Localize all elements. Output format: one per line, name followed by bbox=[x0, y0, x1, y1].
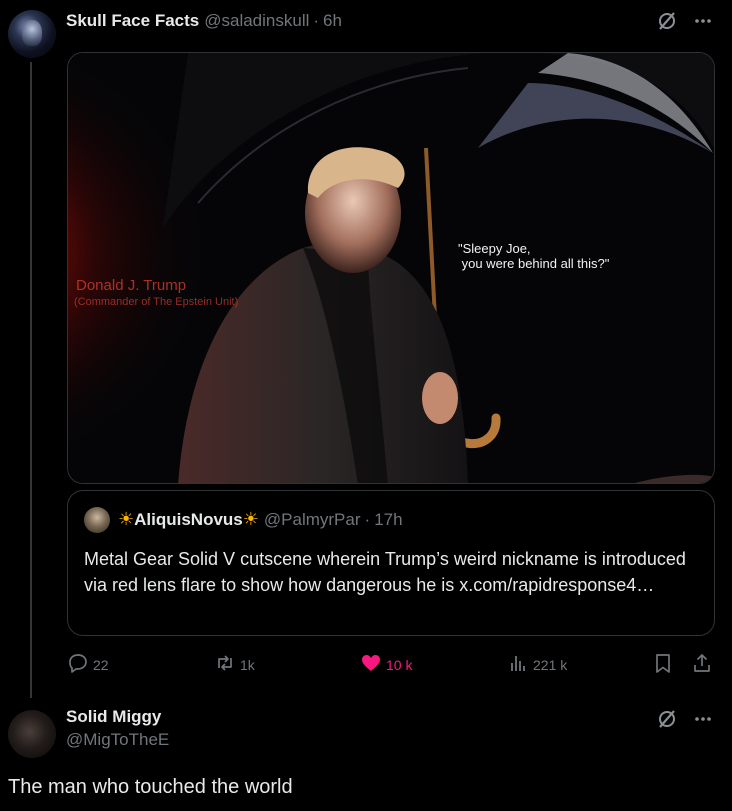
sun-emoji-right: ☀ bbox=[242, 509, 259, 529]
tweet-top-actions bbox=[656, 10, 714, 32]
media-caption-subtitle: (Commander of The Epstein Unit) bbox=[74, 296, 239, 308]
grok-icon[interactable] bbox=[656, 708, 678, 730]
bookmark-icon bbox=[652, 652, 674, 677]
media-caption-name: Donald J. Trump bbox=[76, 277, 187, 294]
reply-count: 22 bbox=[93, 656, 109, 673]
reply-tweet[interactable]: Solid Miggy @MigToTheE The man who touch… bbox=[0, 700, 732, 811]
separator-dot: · bbox=[364, 509, 371, 529]
views-icon bbox=[507, 652, 529, 677]
author-avatar[interactable] bbox=[8, 10, 56, 58]
tweet-actions: 22 1k 10 k 221 k bbox=[67, 652, 715, 676]
repost-count: 1k bbox=[240, 656, 255, 673]
grok-icon[interactable] bbox=[656, 10, 678, 32]
tweet[interactable]: Skull Face Facts @saladinskull · 6h Dona… bbox=[0, 0, 732, 700]
tweet-time[interactable]: 6h bbox=[323, 11, 342, 31]
like-count: 10 k bbox=[386, 656, 413, 673]
heart-icon bbox=[360, 652, 382, 677]
tweet-header: Skull Face Facts @saladinskull · 6h bbox=[66, 10, 342, 32]
tweet-media-image[interactable]: Donald J. Trump (Commander of The Epstei… bbox=[67, 52, 715, 484]
more-icon[interactable] bbox=[692, 10, 714, 32]
reply-tweet-text: The man who touched the world bbox=[8, 776, 293, 798]
media-illustration bbox=[68, 53, 714, 483]
like-button[interactable]: 10 k bbox=[360, 652, 412, 677]
author-name[interactable]: Skull Face Facts bbox=[66, 11, 199, 31]
reply-tweet-header: Solid Miggy @MigToTheE bbox=[66, 706, 169, 752]
share-icon bbox=[691, 652, 713, 677]
reply-button[interactable]: 22 bbox=[67, 652, 109, 677]
views-count: 221 k bbox=[533, 656, 568, 673]
reply-author-name[interactable]: Solid Miggy bbox=[66, 706, 169, 728]
sun-emoji-left: ☀ bbox=[118, 509, 135, 529]
quoted-tweet[interactable]: ☀ AliquisNovus ☀ @PalmyrPar · 17h Metal … bbox=[67, 490, 715, 636]
thread-line bbox=[30, 62, 32, 698]
media-quote-text: "Sleepy Joe, you were behind all this?" bbox=[458, 241, 610, 271]
repost-icon bbox=[214, 652, 236, 677]
share-button[interactable] bbox=[691, 652, 713, 677]
repost-button[interactable]: 1k bbox=[214, 652, 255, 677]
quoted-author-handle[interactable]: @PalmyrPar bbox=[264, 510, 361, 530]
reply-author-avatar[interactable] bbox=[8, 710, 56, 758]
quoted-tweet-time[interactable]: 17h bbox=[374, 510, 402, 530]
reply-top-actions bbox=[656, 708, 714, 730]
quoted-author-avatar[interactable] bbox=[84, 507, 110, 533]
quoted-author-name[interactable]: AliquisNovus bbox=[134, 510, 243, 530]
reply-icon bbox=[67, 652, 89, 677]
bookmark-button[interactable] bbox=[652, 652, 674, 677]
skull-avatar-art bbox=[22, 20, 42, 46]
reply-author-handle[interactable]: @MigToTheE bbox=[66, 728, 169, 752]
quoted-tweet-header: ☀ AliquisNovus ☀ @PalmyrPar · 17h bbox=[118, 509, 403, 530]
views-button[interactable]: 221 k bbox=[507, 652, 567, 677]
separator-dot: · bbox=[313, 11, 320, 30]
author-handle[interactable]: @saladinskull bbox=[204, 11, 309, 31]
more-icon[interactable] bbox=[692, 708, 714, 730]
quoted-tweet-text: Metal Gear Solid V cutscene wherein Trum… bbox=[84, 549, 686, 595]
